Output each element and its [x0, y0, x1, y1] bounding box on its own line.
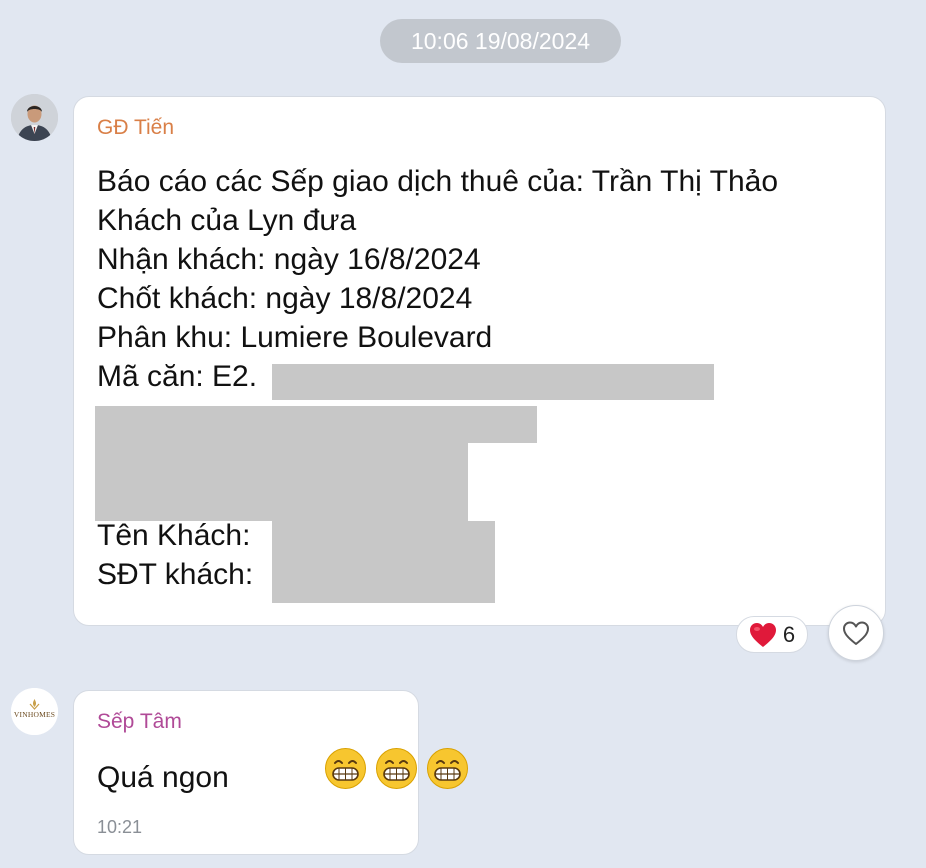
- redaction-box: [272, 364, 714, 400]
- sender-name[interactable]: Sếp Tâm: [97, 710, 182, 734]
- message-line-subdivision: Phân khu: Lumiere Boulevard: [97, 321, 493, 354]
- redaction-box: [272, 521, 495, 603]
- avatar-sep-tam[interactable]: VINHOMES: [11, 688, 58, 735]
- heart-outline-icon: [843, 621, 869, 645]
- grinning-face-icon: [427, 748, 468, 789]
- emoji-row: [324, 747, 469, 790]
- message-line-customer-name: Tên Khách:: [97, 519, 251, 552]
- message-line-received: Nhận khách: ngày 16/8/2024: [97, 243, 481, 276]
- message-line-title: Báo cáo các Sếp giao dịch thuê của: Trần…: [97, 165, 779, 198]
- message-line-source: Khách của Lyn đưa: [97, 204, 357, 237]
- message-line-closed: Chốt khách: ngày 18/8/2024: [97, 282, 473, 315]
- grinning-face-icon: [325, 748, 366, 789]
- message-text: Quá ngon: [97, 761, 229, 794]
- date-separator: 10:06 19/08/2024: [380, 19, 621, 63]
- redaction-box: [95, 406, 537, 443]
- person-avatar-icon: [11, 94, 58, 141]
- reaction-count: 6: [782, 621, 796, 647]
- reaction-badge[interactable]: 6: [736, 616, 808, 653]
- add-reaction-button[interactable]: [828, 605, 884, 661]
- message-bubble-1[interactable]: GĐ Tiến Báo cáo các Sếp giao dịch thuê c…: [73, 96, 886, 626]
- vinhomes-logo-text: VINHOMES: [13, 710, 56, 719]
- message-bubble-2[interactable]: Sếp Tâm Quá ngon 10:21: [73, 690, 468, 855]
- avatar-gd-tien[interactable]: [11, 94, 58, 141]
- message-time: 10:21: [97, 817, 143, 837]
- heart-icon: [749, 622, 776, 647]
- message-line-customer-phone: SĐT khách:: [97, 558, 254, 591]
- grinning-face-icon: [376, 748, 417, 789]
- redaction-box: [95, 443, 468, 521]
- message-line-unit-code: Mã căn: E2.: [97, 360, 258, 393]
- sender-name[interactable]: GĐ Tiến: [97, 116, 174, 140]
